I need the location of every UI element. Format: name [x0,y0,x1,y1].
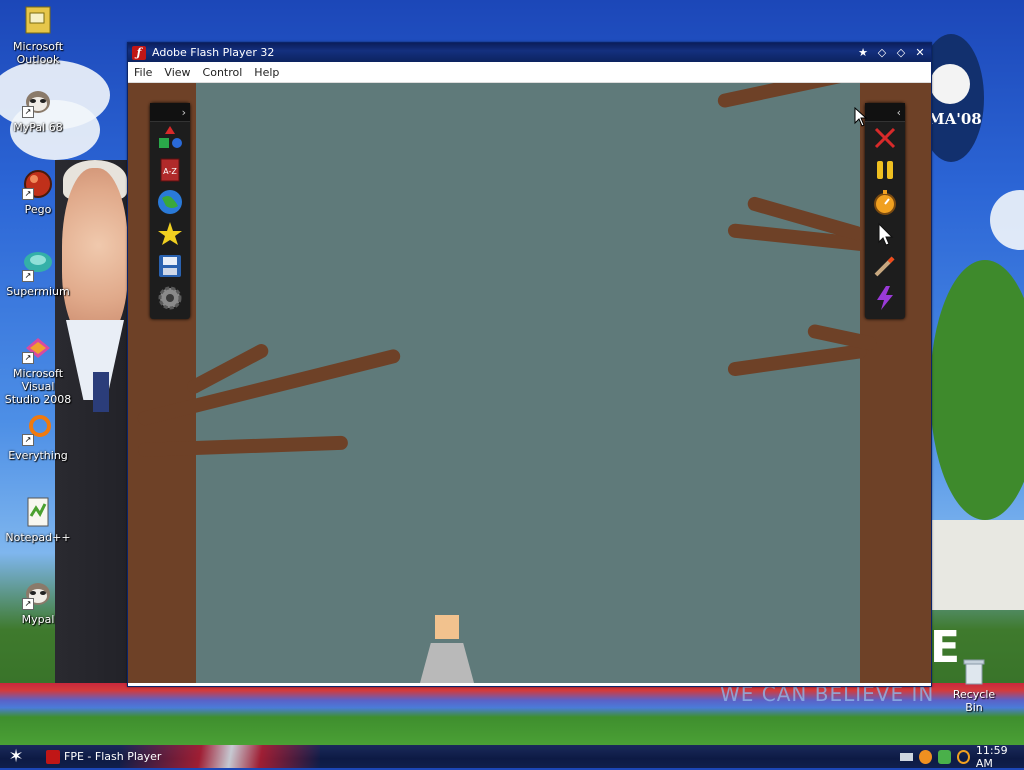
desktop-icon-mypal68[interactable]: ↗ MyPal 68 [0,86,76,134]
notepadpp-icon [22,496,54,528]
flash-player-window[interactable]: ƒ Adobe Flash Player 32 ★ ◇ ◇ ✕ File Vie… [127,42,932,687]
mypal-icon: ↗ [22,86,54,118]
flash-stage[interactable]: › A-Z ‹ [128,83,931,683]
menu-control[interactable]: Control [197,66,249,79]
desktop-icon-label: Microsoft Visual Studio 2008 [4,367,72,406]
desktop-icon-label: Notepad++ [5,531,71,544]
shortcut-arrow-icon: ↗ [22,598,34,610]
desktop-icon-label: Microsoft Outlook [12,40,64,66]
shortcut-arrow-icon: ↗ [22,106,34,118]
desktop-icon-label: Supermium [6,285,70,298]
white-house-building [930,520,1024,610]
desktop-icon-outlook[interactable]: Microsoft Outlook [0,5,76,66]
left-toolbar: › A-Z [150,103,190,319]
right-toolbar: ‹ [865,103,905,319]
lightning-icon[interactable] [869,282,901,314]
menu-view[interactable]: View [158,66,196,79]
star-icon[interactable] [154,218,186,250]
shortcut-arrow-icon: ↗ [22,352,34,364]
desktop-icon-label: Recycle Bin [952,688,996,714]
a-z-icon[interactable]: A-Z [154,154,186,186]
shapes-icon[interactable] [154,122,186,154]
pego-icon: ↗ [22,168,54,200]
menu-file[interactable]: File [128,66,158,79]
tree-branch [727,343,868,377]
system-tray: 11:59 AM [900,744,1024,770]
toolbar-collapse-button[interactable]: ‹ [865,103,905,122]
shortcut-arrow-icon: ↗ [22,188,34,200]
clock[interactable]: 11:59 AM [976,744,1024,770]
globe-icon[interactable] [154,186,186,218]
title-bar[interactable]: ƒ Adobe Flash Player 32 ★ ◇ ◇ ✕ [128,43,931,62]
maximize-button[interactable]: ◇ [893,45,909,61]
window-title: Adobe Flash Player 32 [152,46,275,59]
menu-help[interactable]: Help [248,66,285,79]
pin-icon[interactable]: ★ [855,45,871,61]
flash-app-icon [46,749,60,764]
svg-text:A-Z: A-Z [163,167,177,176]
menu-bar: File View Control Help [128,62,931,83]
shortcut-arrow-icon: ↗ [22,434,34,446]
pause-icon[interactable] [869,154,901,186]
taskbar-button-flash-player[interactable]: FPE - Flash Player [46,747,196,766]
desktop-icon-mypal[interactable]: ↗ Mypal [0,578,76,626]
start-button[interactable]: ✶ [4,746,28,767]
desktop-icon-pego[interactable]: ↗ Pego [0,168,76,216]
wand-icon[interactable] [869,250,901,282]
supermium-icon: ↗ [22,250,54,282]
desktop-icon-label: Pego [24,203,52,216]
network-icon[interactable] [918,749,932,764]
cloud [990,190,1024,250]
mypal-icon: ↗ [22,578,54,610]
desktop-icon-label: MyPal 68 [13,121,63,134]
shortcut-arrow-icon: ↗ [22,270,34,282]
flash-app-icon: ƒ [132,45,146,60]
desktop-icon-label: Everything [8,449,68,462]
taskbar: ✶ FPE - Flash Player 11:59 AM [0,744,1024,770]
shield-icon[interactable] [937,749,951,764]
save-icon[interactable] [154,250,186,282]
stopwatch-icon[interactable] [869,186,901,218]
cursor-icon[interactable] [869,218,901,250]
settings-icon[interactable] [154,282,186,314]
recycle-bin-icon [960,656,988,686]
desktop-icon-everything[interactable]: ↗ Everything [0,414,76,462]
desktop-icon-recycle-bin[interactable]: Recycle Bin [944,656,1004,714]
player-character-head [435,615,459,639]
desktop-icon-label: Mypal [21,613,55,626]
background-tree [930,260,1024,520]
outlook-icon [22,5,54,37]
minimize-button[interactable]: ◇ [874,45,890,61]
tree-branch [716,83,867,109]
taskbar-button-label: FPE - Flash Player [64,750,162,763]
desktop-icon-supermium[interactable]: ↗ Supermium [0,250,76,298]
mouse-cursor-icon [854,106,868,130]
keyboard-icon[interactable] [900,752,913,761]
search-icon[interactable] [956,749,970,764]
toolbar-expand-button[interactable]: › [150,103,190,122]
everything-icon: ↗ [22,414,54,446]
player-character-body [420,643,474,683]
desktop-icon-visual-studio[interactable]: ↗ Microsoft Visual Studio 2008 [0,332,76,406]
desktop-icon-notepadpp[interactable]: Notepad++ [0,496,76,544]
visual-studio-icon: ↗ [22,332,54,364]
close-button[interactable]: ✕ [912,45,928,61]
close-x-icon[interactable] [869,122,901,154]
portrait-tie [93,372,109,412]
